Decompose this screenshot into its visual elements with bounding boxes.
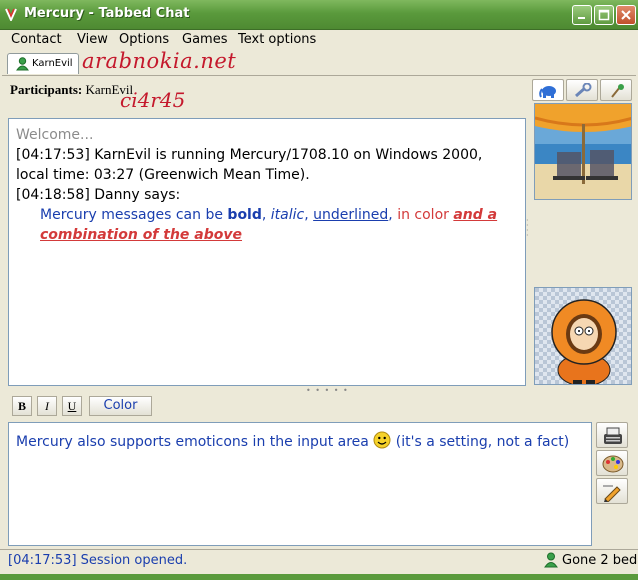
close-icon xyxy=(621,10,631,20)
msg-bold: bold xyxy=(227,207,262,223)
app-icon xyxy=(5,8,17,21)
paint-button[interactable] xyxy=(600,79,632,101)
maximize-icon xyxy=(598,9,610,21)
paint-icon xyxy=(611,84,624,98)
user-icon xyxy=(16,57,29,71)
italic-button[interactable]: I xyxy=(37,396,57,416)
palette-icon xyxy=(602,455,624,473)
chat-message: Mercury messages can be bold, italic, un… xyxy=(16,205,518,245)
msg-color: in color xyxy=(397,207,449,223)
menu-view[interactable]: View xyxy=(77,32,108,47)
log-line-running: [04:17:53] KarnEvil is running Mercury/1… xyxy=(16,147,483,183)
participants-line: Participants: KarnEvil xyxy=(10,82,133,98)
welcome-text: Welcome... xyxy=(16,127,94,143)
minimize-button[interactable] xyxy=(572,5,592,25)
watermark-author: ci4r45 xyxy=(120,88,186,112)
elephant-button[interactable] xyxy=(532,79,564,101)
wrench-icon xyxy=(575,83,592,98)
format-toolbar: B I U Color xyxy=(8,394,628,418)
menu-contact[interactable]: Contact xyxy=(11,32,62,47)
pencil-icon xyxy=(603,485,621,502)
typewriter-button[interactable] xyxy=(596,422,628,448)
maximize-button[interactable] xyxy=(594,5,614,25)
message-input[interactable]: Mercury also supports emoticons in the i… xyxy=(8,422,592,546)
status-bar: [04:17:53] Session opened. Gone 2 bed xyxy=(0,549,638,572)
watermark-site: arabnokia.net xyxy=(82,49,237,73)
window-title: Mercury - Tabbed Chat xyxy=(24,6,190,21)
tab-label: KarnEvil xyxy=(32,58,73,69)
chat-log[interactable]: Welcome... [04:17:53] KarnEvil is runnin… xyxy=(8,118,526,386)
wrench-button[interactable] xyxy=(566,79,598,101)
tab-karnevil[interactable]: KarnEvil xyxy=(7,53,79,74)
participants-label: Participants: xyxy=(10,82,83,97)
avatar-toolbar xyxy=(532,79,632,101)
msg-prefix: Mercury messages can be xyxy=(40,207,228,223)
beach-avatar-image xyxy=(534,103,632,200)
presence-text: Gone 2 bed xyxy=(562,553,638,568)
user-status-icon xyxy=(544,552,558,568)
minimize-icon xyxy=(578,17,585,19)
presence-status[interactable]: Gone 2 bed xyxy=(544,552,637,572)
vertical-splitter[interactable]: · · · · xyxy=(526,217,530,240)
kenny-picture xyxy=(535,288,631,384)
msg-italic: italic xyxy=(270,207,305,223)
color-button[interactable]: Color xyxy=(89,396,152,416)
msg-comma-3: , xyxy=(388,207,398,223)
palette-button[interactable] xyxy=(596,450,628,476)
msg-underline: underlined xyxy=(313,207,389,223)
pencil-button[interactable] xyxy=(596,478,628,504)
title-bar: Mercury - Tabbed Chat xyxy=(0,0,638,30)
log-line-says: [04:18:58] Danny says: xyxy=(16,187,181,203)
status-message: [04:17:53] Session opened. xyxy=(8,553,188,568)
msg-comma-2: , xyxy=(304,207,314,223)
typewriter-icon xyxy=(604,427,622,444)
elephant-icon xyxy=(539,86,556,98)
underline-button[interactable]: U xyxy=(62,396,82,416)
bold-button[interactable]: B xyxy=(12,396,32,416)
menu-games[interactable]: Games xyxy=(182,32,227,47)
menu-options[interactable]: Options xyxy=(119,32,169,47)
close-button[interactable] xyxy=(616,5,636,25)
menu-bar: Contact View Options Games Text options xyxy=(0,30,638,50)
msg-comma-1: , xyxy=(261,207,271,223)
input-text-after: (it's a setting, not a fact) xyxy=(391,434,570,450)
beach-picture xyxy=(535,104,631,199)
window-bottom-border xyxy=(0,574,638,580)
menu-text-options[interactable]: Text options xyxy=(238,32,316,47)
smiley-icon xyxy=(373,431,391,449)
kenny-avatar-image xyxy=(534,287,632,385)
input-text-before: Mercury also supports emoticons in the i… xyxy=(16,434,374,450)
